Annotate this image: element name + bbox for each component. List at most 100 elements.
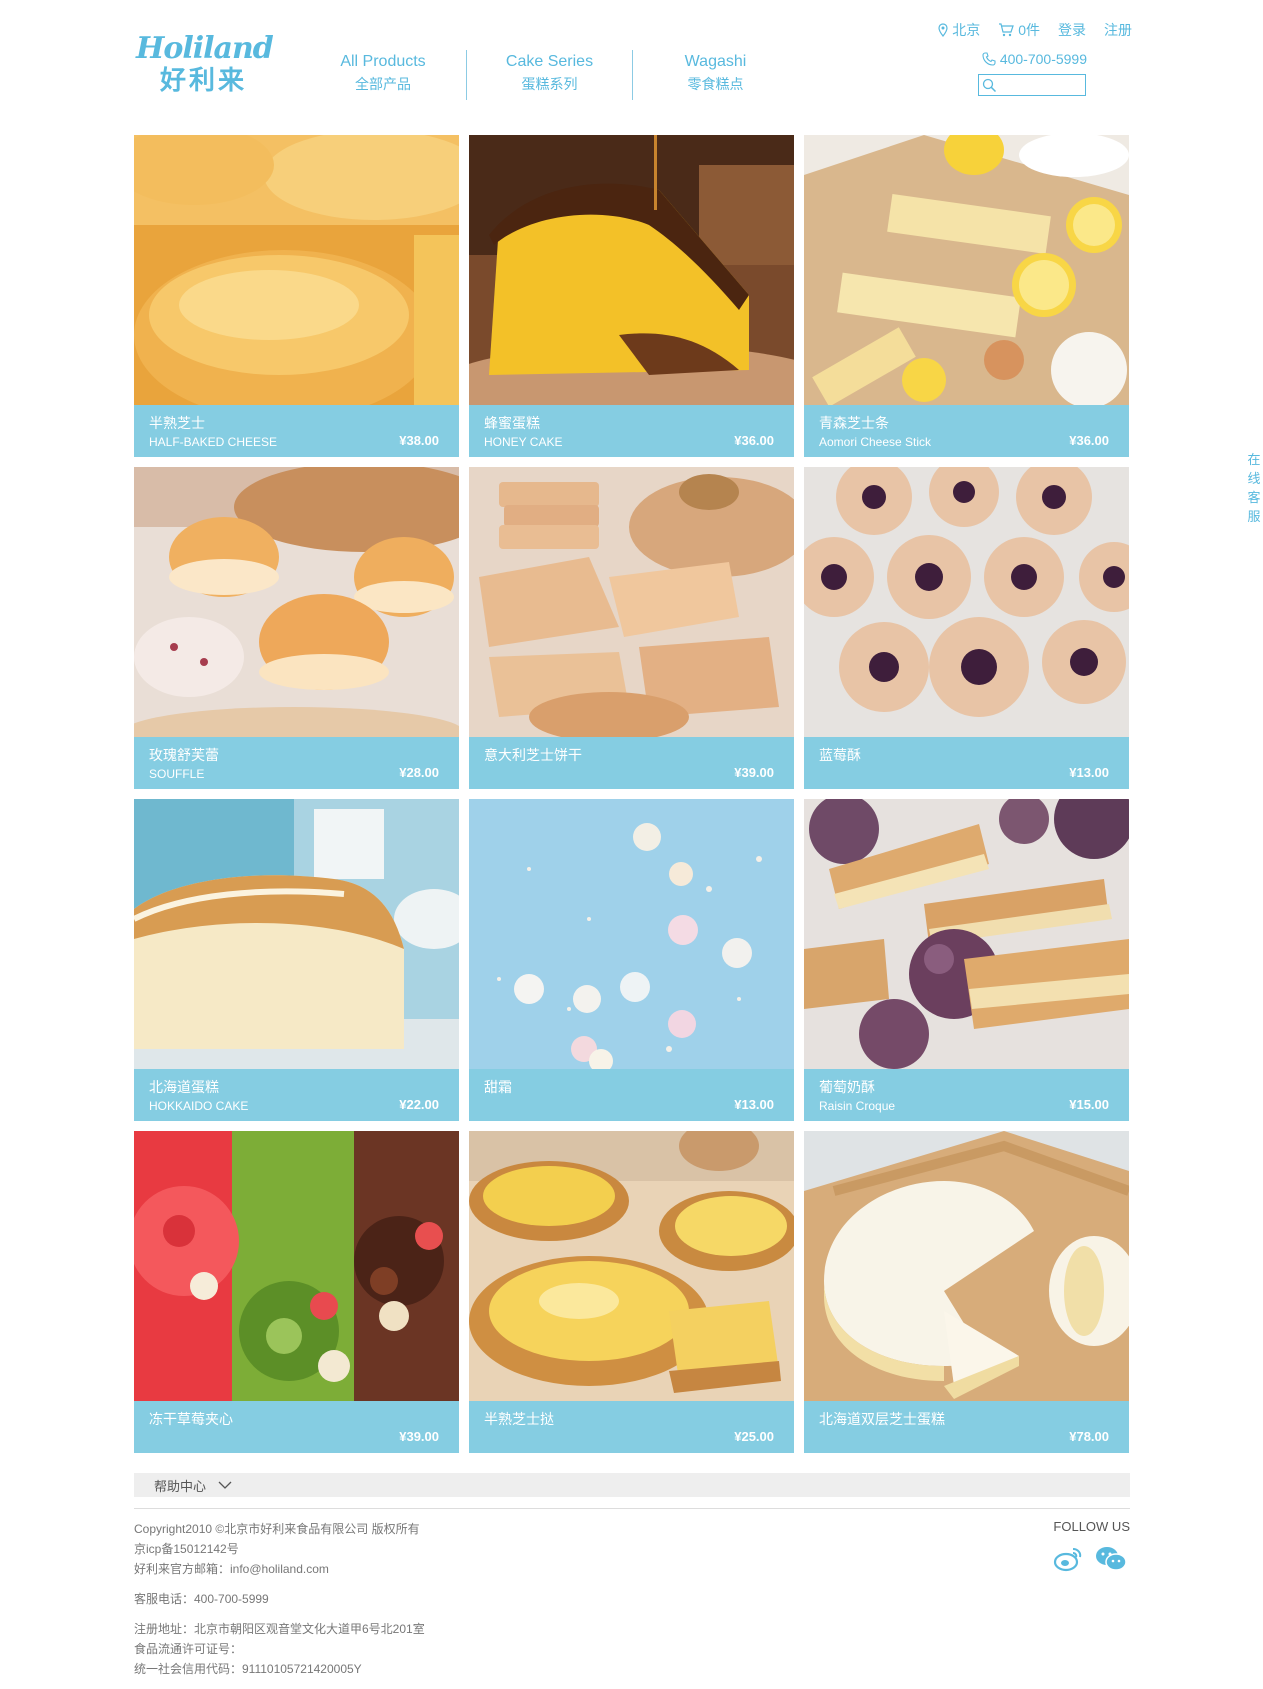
product-name-en: HOKKAIDO CAKE — [149, 1099, 249, 1113]
product-price: ¥15.00 — [1069, 1097, 1109, 1112]
cart-link[interactable]: 0件 — [998, 20, 1040, 40]
help-center-toggle[interactable]: 帮助中心 — [134, 1473, 1130, 1497]
product-info: 半熟芝士 HALF-BAKED CHEESE ¥38.00 — [134, 405, 459, 457]
logo[interactable]: Holiland 好利来 — [136, 32, 286, 102]
product-image — [469, 467, 794, 737]
product-image — [804, 467, 1129, 737]
side-char: 线 — [1247, 471, 1261, 486]
product-info: 北海道双层芝士蛋糕 ¥78.00 — [804, 1401, 1129, 1453]
phone-icon — [982, 52, 996, 66]
product-price: ¥38.00 — [399, 433, 439, 448]
nav-cake-series[interactable]: Cake Series 蛋糕系列 — [466, 50, 632, 100]
copyright: Copyright2010 ©北京市好利来食品有限公司 版权所有 — [134, 1522, 420, 1536]
product-image — [134, 1131, 459, 1401]
product-info: 蓝莓酥 ¥13.00 — [804, 737, 1129, 789]
city-label: 北京 — [952, 22, 981, 38]
official-email: 好利来官方邮箱：info@holiland.com — [134, 1562, 329, 1576]
product-card[interactable]: 意大利芝士饼干 ¥39.00 — [469, 467, 794, 789]
top-links: 北京 0件 登录 注册 — [920, 20, 1132, 40]
product-name-cn: 北海道蛋糕 — [149, 1079, 219, 1095]
nav-label-cn: 全部产品 — [355, 76, 411, 92]
product-card[interactable]: 青森芝士条 Aomori Cheese Stick ¥36.00 — [804, 135, 1129, 457]
search-input[interactable] — [999, 75, 1083, 95]
product-card[interactable]: 甜霜 ¥13.00 — [469, 799, 794, 1121]
product-price: ¥22.00 — [399, 1097, 439, 1112]
nav-label-en: Wagashi — [684, 53, 747, 70]
product-price: ¥36.00 — [734, 433, 774, 448]
product-grid: 半熟芝士 HALF-BAKED CHEESE ¥38.00 蜂蜜蛋糕 HONEY… — [134, 135, 1130, 1453]
product-name-cn: 青森芝士条 — [819, 415, 889, 431]
nav-wagashi[interactable]: Wagashi 零食糕点 — [632, 50, 798, 100]
product-price: ¥39.00 — [399, 1429, 439, 1444]
product-name-cn: 蓝莓酥 — [819, 747, 861, 763]
product-name-cn: 葡萄奶酥 — [819, 1079, 875, 1095]
hotline: 400-700-5999 — [982, 51, 1087, 67]
product-card[interactable]: 北海道双层芝士蛋糕 ¥78.00 — [804, 1131, 1129, 1453]
weibo-icon[interactable] — [1053, 1546, 1083, 1577]
product-image — [469, 135, 794, 405]
product-price: ¥25.00 — [734, 1429, 774, 1444]
nav-all-products[interactable]: All Products 全部产品 — [300, 50, 466, 100]
product-image — [134, 135, 459, 405]
product-card[interactable]: 玫瑰舒芙蕾 SOUFFLE ¥28.00 — [134, 467, 459, 789]
product-info: 玫瑰舒芙蕾 SOUFFLE ¥28.00 — [134, 737, 459, 789]
login-link[interactable]: 登录 — [1058, 20, 1086, 40]
product-card[interactable]: 冻干草莓夹心 ¥39.00 — [134, 1131, 459, 1453]
footer-registration: 注册地址：北京市朝阳区观音堂文化大道甲6号北201室 食品流通许可证号： 统一社… — [134, 1619, 425, 1679]
logo-cn: 好利来 — [160, 66, 248, 96]
product-name-cn: 意大利芝士饼干 — [484, 747, 582, 763]
side-char: 在 — [1247, 452, 1261, 467]
main-nav: All Products 全部产品 Cake Series 蛋糕系列 Wagas… — [300, 50, 798, 100]
product-image — [804, 799, 1129, 1069]
register-link[interactable]: 注册 — [1104, 20, 1132, 40]
product-image — [804, 135, 1129, 405]
product-info: 冻干草莓夹心 ¥39.00 — [134, 1401, 459, 1453]
product-name-cn: 半熟芝士挞 — [484, 1411, 554, 1427]
product-info: 葡萄奶酥 Raisin Croque ¥15.00 — [804, 1069, 1129, 1121]
wechat-icon[interactable] — [1095, 1546, 1127, 1577]
product-name-cn: 北海道双层芝士蛋糕 — [819, 1411, 945, 1427]
product-image — [469, 1131, 794, 1401]
side-char: 服 — [1247, 509, 1261, 524]
phone-number: 400-700-5999 — [999, 51, 1087, 67]
product-card[interactable]: 北海道蛋糕 HOKKAIDO CAKE ¥22.00 — [134, 799, 459, 1121]
product-card[interactable]: 葡萄奶酥 Raisin Croque ¥15.00 — [804, 799, 1129, 1121]
nav-label-en: All Products — [340, 53, 426, 70]
footer-divider — [134, 1508, 1130, 1509]
product-card[interactable]: 蜂蜜蛋糕 HONEY CAKE ¥36.00 — [469, 135, 794, 457]
search-icon[interactable] — [982, 78, 997, 93]
product-price: ¥13.00 — [734, 1097, 774, 1112]
search-box — [978, 74, 1086, 96]
product-name-en: Raisin Croque — [819, 1099, 896, 1113]
footer-company-info: Copyright2010 ©北京市好利来食品有限公司 版权所有 京icp备15… — [134, 1519, 420, 1579]
product-info: 半熟芝士挞 ¥25.00 — [469, 1401, 794, 1453]
product-card[interactable]: 半熟芝士 HALF-BAKED CHEESE ¥38.00 — [134, 135, 459, 457]
city-selector[interactable]: 北京 — [938, 20, 980, 40]
product-name-en: HALF-BAKED CHEESE — [149, 435, 278, 449]
cart-count: 0件 — [1018, 22, 1040, 38]
social-links — [1053, 1546, 1139, 1577]
follow-us-label: FOLLOW US — [1053, 1519, 1130, 1534]
food-license: 食品流通许可证号： — [134, 1642, 243, 1656]
cart-icon — [999, 23, 1015, 37]
product-info: 甜霜 ¥13.00 — [469, 1069, 794, 1121]
product-info: 蜂蜜蛋糕 HONEY CAKE ¥36.00 — [469, 405, 794, 457]
product-card[interactable]: 半熟芝士挞 ¥25.00 — [469, 1131, 794, 1453]
product-name-cn: 玫瑰舒芙蕾 — [149, 747, 219, 763]
product-image — [469, 799, 794, 1069]
location-pin-icon — [938, 23, 948, 37]
product-name-en: SOUFFLE — [149, 767, 205, 781]
product-image — [804, 1131, 1129, 1401]
product-info: 青森芝士条 Aomori Cheese Stick ¥36.00 — [804, 405, 1129, 457]
product-card[interactable]: 蓝莓酥 ¥13.00 — [804, 467, 1129, 789]
nav-label-en: Cake Series — [505, 53, 594, 70]
product-info: 北海道蛋糕 HOKKAIDO CAKE ¥22.00 — [134, 1069, 459, 1121]
nav-label-cn: 蛋糕系列 — [521, 76, 578, 92]
online-service-button[interactable]: 在 线 客 服 — [1245, 450, 1263, 526]
service-phone: 客服电话：400-700-5999 — [134, 1592, 269, 1606]
product-name-cn: 半熟芝士 — [149, 415, 205, 431]
product-price: ¥28.00 — [399, 765, 439, 780]
side-char: 客 — [1247, 490, 1261, 505]
product-price: ¥13.00 — [1069, 765, 1109, 780]
product-image — [134, 799, 459, 1069]
